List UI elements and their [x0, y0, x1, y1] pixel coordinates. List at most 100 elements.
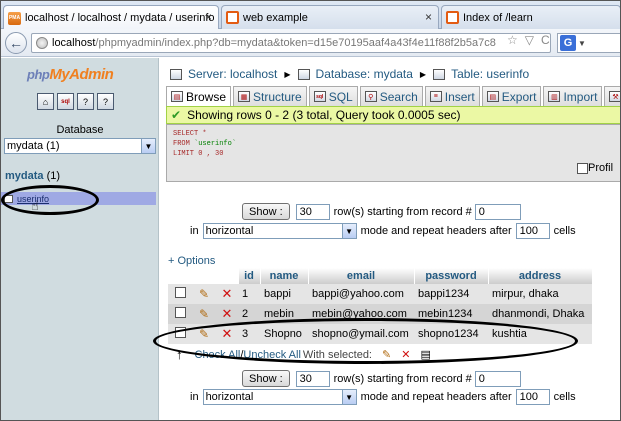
database-title-name[interactable]: mydata — [5, 170, 44, 182]
tab-label: SQL — [328, 89, 353, 104]
check-all-link[interactable]: Check All — [195, 349, 241, 361]
row-checkbox-cell — [168, 324, 192, 344]
breadcrumb-server[interactable]: Server: localhost — [188, 67, 277, 81]
row-checkbox[interactable] — [174, 307, 186, 318]
browser-tab-phpmyadmin[interactable]: PMA localhost / localhost / mydata / use… — [3, 5, 219, 30]
row-checkbox[interactable] — [174, 327, 186, 338]
tab-export[interactable]: ▤ Export — [481, 86, 542, 106]
column-header-id[interactable]: id — [238, 268, 261, 284]
rows-text: row(s) starting from record # — [333, 372, 472, 385]
cell-password: bappi1234 — [414, 284, 488, 304]
mode-text: mode and repeat headers after — [360, 391, 512, 403]
chevron-down-icon[interactable]: ▼ — [341, 390, 356, 404]
reload-icon[interactable]: C — [541, 33, 550, 47]
tab-label: Browse — [186, 89, 227, 104]
display-mode-select[interactable]: horizontal ▼ — [202, 389, 357, 405]
bulk-edit-pencil-icon[interactable]: ✎ — [382, 348, 391, 361]
structure-icon: ▦ — [238, 91, 251, 102]
tab-label: Export — [501, 89, 537, 104]
profiling-option[interactable]: Profil — [577, 162, 613, 174]
database-title[interactable]: mydata (1) — [5, 170, 60, 182]
delete-cell: ✕ — [216, 304, 238, 324]
tab-operations[interactable]: ⚒O — [604, 86, 620, 106]
tab-structure[interactable]: ▦ Structure — [233, 86, 307, 106]
check-icon: ✔ — [171, 108, 182, 122]
navigation-panel: phpMyAdmin ⌂ sql ? ? Database mydata (1)… — [1, 58, 159, 420]
in-label: in — [190, 225, 199, 237]
search-engine-box[interactable]: G ▼ — [557, 33, 620, 53]
bookmark-star-icon[interactable]: ☆ — [507, 33, 518, 47]
edit-pencil-icon[interactable]: ✎ — [199, 287, 209, 301]
profiling-label: Profil — [588, 162, 614, 174]
breadcrumb-table[interactable]: Table: userinfo — [451, 67, 529, 81]
browse-icon: ▤ — [171, 91, 183, 102]
breadcrumb-database[interactable]: Database: mydata — [316, 67, 413, 81]
rows-control-top: Show : 30 row(s) starting from record # … — [242, 203, 521, 220]
import-icon: ▥ — [548, 91, 561, 102]
browser-tab-index-of-learn[interactable]: ⊠ Index of /learn — [441, 5, 620, 29]
table-row: ✎ ✕ 2 mebin mebin@yahoo.com mebin1234 dh… — [168, 304, 592, 324]
chevron-down-icon[interactable]: ▼ — [141, 139, 155, 153]
start-record-input[interactable]: 0 — [474, 203, 521, 220]
database-title-count: (1) — [46, 170, 61, 182]
docs-icon[interactable]: ? — [77, 93, 94, 110]
chevron-down-icon[interactable]: ▼ — [578, 39, 586, 48]
edit-pencil-icon[interactable]: ✎ — [199, 327, 209, 341]
history-dropdown-icon[interactable]: ▽ — [525, 33, 534, 47]
bulk-actions: ↑ Check All / Uncheck All With selected:… — [176, 347, 431, 362]
tab-insert[interactable]: ≡ Insert — [424, 86, 480, 106]
rows-text: row(s) starting from record # — [333, 205, 472, 218]
column-header-password[interactable]: password — [414, 268, 489, 284]
delete-x-icon[interactable]: ✕ — [222, 326, 233, 341]
close-tab-icon[interactable]: × — [205, 10, 212, 24]
header-spacer — [216, 268, 239, 284]
browser-tab-label: localhost / localhost / mydata / userinf… — [25, 12, 219, 24]
rows-count-input[interactable]: 30 — [295, 203, 330, 220]
close-tab-icon[interactable]: × — [425, 10, 432, 24]
xampp-favicon-icon: ⊠ — [226, 11, 239, 24]
column-header-address[interactable]: address — [488, 268, 593, 284]
display-mode-select[interactable]: horizontal ▼ — [202, 223, 357, 239]
cell-password: mebin1234 — [414, 304, 488, 324]
bulk-delete-x-icon[interactable]: ✕ — [401, 348, 410, 361]
cell-id: 3 — [238, 324, 260, 344]
row-checkbox[interactable] — [174, 287, 186, 298]
browser-window: PMA localhost / localhost / mydata / use… — [0, 0, 621, 421]
delete-x-icon[interactable]: ✕ — [222, 286, 233, 301]
tab-label: Insert — [444, 89, 475, 104]
success-message: ✔ Showing rows 0 - 2 (3 total, Query too… — [166, 106, 620, 124]
tab-sql[interactable]: sql SQL — [308, 86, 358, 106]
database-select-value: mydata (1) — [7, 140, 60, 152]
uncheck-all-link[interactable]: Uncheck All — [243, 349, 300, 361]
sql-icon[interactable]: sql — [57, 93, 74, 110]
bulk-export-icon[interactable]: ▤ — [420, 348, 430, 361]
column-header-email[interactable]: email — [308, 268, 415, 284]
back-button[interactable]: ← — [5, 32, 27, 54]
settings-icon[interactable]: ? — [97, 93, 114, 110]
options-toggle[interactable]: + Options — [168, 255, 215, 267]
table-row: ✎ ✕ 1 bappi bappi@yahoo.com bappi1234 mi… — [168, 284, 592, 304]
show-button[interactable]: Show : — [242, 203, 290, 220]
sql-query-box: SELECT * FROM `userinfo` LIMIT 0 , 30 — [166, 124, 620, 182]
profiling-checkbox[interactable] — [577, 162, 588, 174]
success-message-text: Showing rows 0 - 2 (3 total, Query took … — [187, 108, 461, 122]
tab-search[interactable]: ⚲ Search — [359, 86, 423, 106]
tab-label: Search — [379, 89, 418, 104]
cell-address: kushtia — [488, 324, 592, 344]
tab-browse[interactable]: ▤ Browse — [166, 86, 232, 106]
delete-x-icon[interactable]: ✕ — [222, 306, 233, 321]
start-record-input[interactable]: 0 — [474, 370, 521, 387]
show-button[interactable]: Show : — [242, 370, 290, 387]
browser-tab-web-example[interactable]: ⊠ web example × — [221, 5, 439, 29]
phpmyadmin-logo[interactable]: phpMyAdmin — [27, 66, 114, 83]
edit-pencil-icon[interactable]: ✎ — [199, 307, 209, 321]
database-select[interactable]: mydata (1) ▼ — [4, 138, 156, 154]
repeat-headers-input[interactable]: 100 — [515, 389, 550, 405]
repeat-headers-input[interactable]: 100 — [515, 223, 550, 239]
rows-count-input[interactable]: 30 — [295, 370, 330, 387]
column-header-name[interactable]: name — [260, 268, 309, 284]
tab-import[interactable]: ▥ Import — [543, 86, 603, 106]
home-icon[interactable]: ⌂ — [37, 93, 54, 110]
chevron-down-icon[interactable]: ▼ — [341, 224, 356, 238]
address-bar[interactable]: localhost/phpmyadmin/index.php?db=mydata… — [31, 33, 551, 53]
